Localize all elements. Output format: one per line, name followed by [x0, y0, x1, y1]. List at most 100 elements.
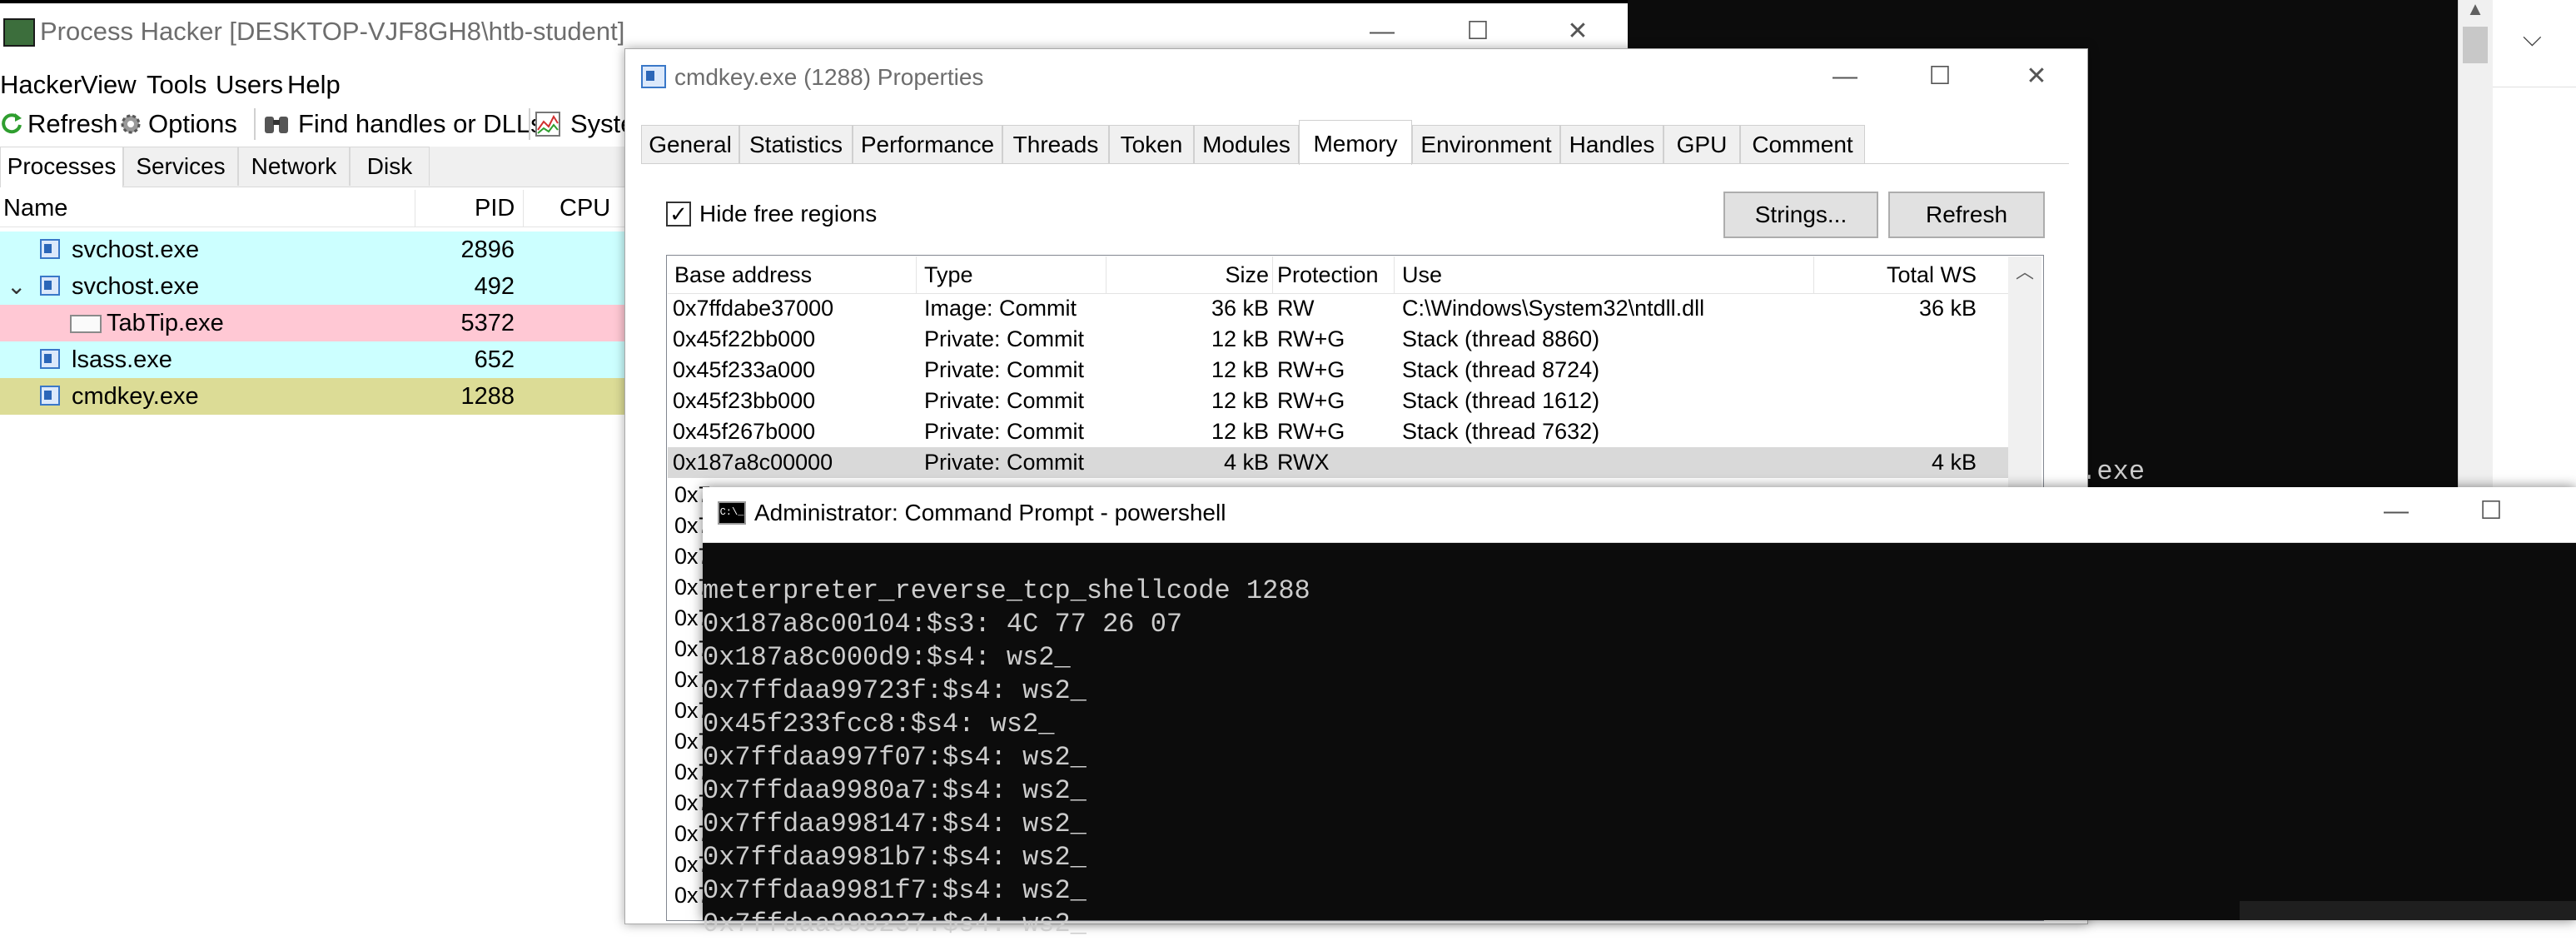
chevron-up-icon[interactable]: ︿ [2012, 260, 2038, 285]
cell-use: C:\Windows\System32\ntdll.dll [1402, 296, 1705, 321]
minimize-button[interactable]: — [2371, 495, 2421, 528]
tab-handles[interactable]: Handles [1560, 125, 1663, 163]
toolbar-separator [529, 108, 530, 140]
column-protection[interactable]: Protection [1277, 256, 1379, 293]
column-type[interactable]: Type [924, 256, 973, 293]
console-line: 0x187a8c00104:$s3: 4C 77 26 07 [703, 609, 1183, 640]
menu-help[interactable]: Help [287, 67, 341, 103]
process-icon [40, 239, 60, 259]
column-use[interactable]: Use [1402, 256, 1442, 293]
process-name: TabTip.exe [107, 310, 224, 336]
options-button[interactable]: Options [148, 105, 237, 143]
column-name[interactable]: Name [3, 190, 67, 227]
process-row[interactable]: TabTip.exe 5372 [0, 305, 633, 341]
tab-network[interactable]: Network [238, 147, 350, 186]
cell-size: 4 kB [1223, 450, 1269, 475]
process-pid: 1288 [460, 383, 515, 410]
table-row[interactable]: 0x45f267b000 Private: Commit 12 kB RW+G … [668, 416, 2008, 447]
process-pid: 2896 [460, 236, 515, 263]
process-row[interactable]: lsass.exe 652 [0, 341, 633, 378]
column-separator[interactable] [1813, 256, 1814, 293]
gear-icon[interactable] [118, 112, 142, 135]
minimize-button[interactable]: — [1820, 60, 1870, 93]
cell-type: Private: Commit [924, 357, 1085, 382]
table-row[interactable]: 0x45f22bb000 Private: Commit 12 kB RW+G … [668, 324, 2008, 355]
process-list-header [0, 190, 633, 227]
minimize-button[interactable]: — [1357, 15, 1407, 48]
tab-token[interactable]: Token [1109, 125, 1194, 163]
process-row[interactable]: ⌄ svchost.exe 492 [0, 268, 633, 305]
cell-base-address: 0x45f267b000 [673, 419, 816, 444]
maximize-button[interactable]: ☐ [2466, 495, 2516, 528]
column-separator[interactable] [916, 256, 917, 293]
chevron-down-icon[interactable]: ⌄ [7, 268, 26, 305]
cell-base-address: 0x45f22bb000 [673, 326, 816, 351]
menu-hacker[interactable]: Hacker [0, 67, 82, 103]
find-handles-button[interactable]: Find handles or DLLs [298, 105, 544, 143]
column-separator[interactable] [1272, 256, 1273, 293]
cell-base-address: 0x45f23bb000 [673, 388, 816, 413]
close-button[interactable]: ✕ [2012, 60, 2061, 93]
maximize-button[interactable]: ☐ [1915, 60, 1965, 93]
console-line: 0x7ffdaa9981b7:$s4: ws2_ [703, 842, 1087, 873]
menu-tools[interactable]: Tools [147, 67, 206, 103]
process-pid: 652 [474, 346, 515, 373]
cell-size: 12 kB [1211, 388, 1269, 413]
column-size[interactable]: Size [1107, 256, 1269, 293]
strings-button[interactable]: Strings... [1723, 192, 1878, 238]
command-prompt-title: Administrator: Command Prompt - powershe… [754, 500, 1226, 525]
cell-protection: RW+G [1277, 388, 1345, 413]
console-line: 0x7ffdaa9980a7:$s4: ws2_ [703, 775, 1087, 806]
menu-view[interactable]: View [81, 67, 137, 103]
hide-free-regions-label[interactable]: Hide free regions [699, 198, 877, 230]
console-line: 0x7ffdaa99723f:$s4: ws2_ [703, 675, 1087, 706]
hide-free-regions-checkbox[interactable]: ✓ [666, 202, 691, 227]
column-cpu[interactable]: CPU [559, 190, 610, 227]
refresh-button[interactable]: Refresh [27, 105, 118, 143]
process-row[interactable]: svchost.exe 2896 [0, 232, 633, 268]
menu-users[interactable]: Users [216, 67, 283, 103]
tab-modules[interactable]: Modules [1194, 125, 1299, 163]
process-row[interactable]: cmdkey.exe 1288 [0, 378, 633, 415]
cell-protection: RW+G [1277, 419, 1345, 444]
scroll-up-icon[interactable]: ▲ [2466, 0, 2484, 20]
process-icon [40, 386, 60, 406]
system-information-icon[interactable] [535, 112, 560, 137]
column-base-address[interactable]: Base address [674, 256, 812, 293]
column-pid[interactable]: PID [475, 190, 515, 227]
binoculars-icon[interactable] [263, 112, 288, 135]
close-button[interactable]: ✕ [1553, 15, 1603, 48]
refresh-button[interactable]: Refresh [1888, 192, 2045, 238]
tab-comment[interactable]: Comment [1740, 125, 1865, 163]
tab-memory[interactable]: Memory [1299, 120, 1412, 165]
tab-performance[interactable]: Performance [853, 125, 1002, 163]
column-total-ws[interactable]: Total WS [1815, 256, 1977, 293]
cell-type: Private: Commit [924, 419, 1085, 444]
column-separator[interactable] [523, 190, 524, 227]
cell-base-address: 0x45f233a000 [673, 357, 816, 382]
cell-base-address: 0x187a8c00000 [673, 450, 833, 475]
column-separator[interactable] [1394, 256, 1395, 293]
table-row[interactable]: 0x7ffdabe37000 Image: Commit 36 kB RW C:… [668, 293, 2008, 324]
table-row[interactable]: 0x45f233a000 Private: Commit 12 kB RW+G … [668, 355, 2008, 386]
cell-size: 12 kB [1211, 419, 1269, 444]
cell-type: Private: Commit [924, 388, 1085, 413]
tab-services[interactable]: Services [123, 147, 238, 186]
tab-environment[interactable]: Environment [1412, 125, 1560, 163]
table-row-selected[interactable]: 0x187a8c00000 Private: Commit 4 kB RWX 4… [668, 447, 2008, 478]
maximize-button[interactable]: ☐ [1453, 15, 1503, 48]
table-row[interactable]: 0x45f23bb000 Private: Commit 12 kB RW+G … [668, 386, 2008, 416]
console-line: 0x7ffdaa998147:$s4: ws2_ [703, 809, 1087, 839]
tab-gpu[interactable]: GPU [1663, 125, 1740, 163]
tab-disk[interactable]: Disk [350, 147, 430, 186]
cell-protection: RW+G [1277, 357, 1345, 382]
tab-general[interactable]: General [641, 125, 739, 163]
chevron-down-icon[interactable]: ⌵ [2523, 22, 2556, 55]
cell-size: 12 kB [1211, 326, 1269, 351]
tab-statistics[interactable]: Statistics [739, 125, 853, 163]
tab-processes[interactable]: Processes [0, 147, 123, 187]
tab-threads[interactable]: Threads [1002, 125, 1109, 163]
scrollbar-thumb[interactable] [2463, 27, 2488, 63]
cell-type: Private: Commit [924, 450, 1085, 475]
refresh-icon[interactable] [0, 112, 23, 135]
